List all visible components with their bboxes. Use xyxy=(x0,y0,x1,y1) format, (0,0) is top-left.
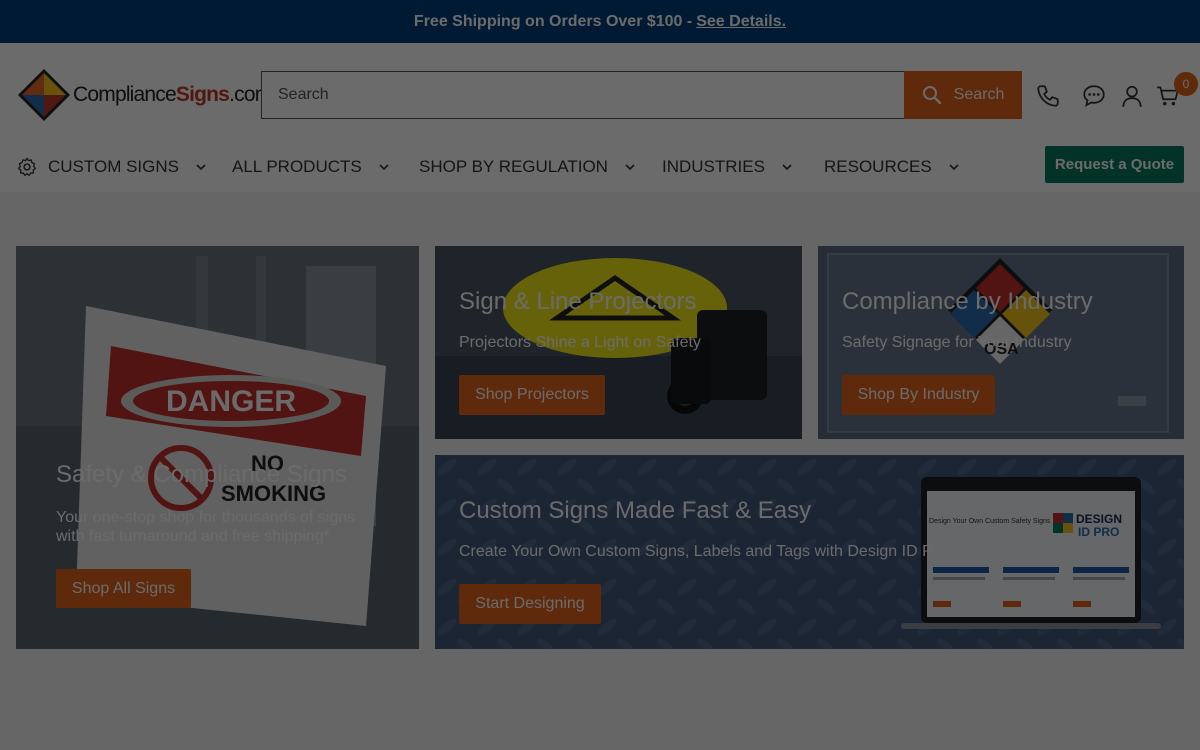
card-subtitle: with fast turnaround and free shipping* xyxy=(56,528,330,545)
card-title: Custom Signs Made Fast & Easy xyxy=(459,497,812,524)
search-bar: Search xyxy=(261,71,1022,119)
nav-label: RESOURCES xyxy=(824,157,932,176)
chat-icon[interactable] xyxy=(1080,82,1108,110)
svg-text:ID PRO: ID PRO xyxy=(1078,525,1119,539)
nav-resources[interactable]: RESOURCES xyxy=(824,152,960,182)
logo-diamond-icon xyxy=(18,69,70,121)
cart-count-badge: 0 xyxy=(1174,72,1198,96)
nav-label: CUSTOM SIGNS xyxy=(48,157,179,176)
svg-text:Design Your Own Custom Safety: Design Your Own Custom Safety Signs xyxy=(929,518,1051,525)
hero-section: DANGER NO SMOKING Safety & Compliance Si… xyxy=(0,192,1200,750)
svg-text:DANGER: DANGER xyxy=(166,385,296,418)
see-details-link[interactable]: See Details. xyxy=(696,13,786,31)
safety-signs-card[interactable]: DANGER NO SMOKING Safety & Compliance Si… xyxy=(16,246,419,649)
search-button[interactable]: Search xyxy=(904,71,1022,119)
search-icon xyxy=(922,86,941,105)
shop-projectors-button[interactable]: Shop Projectors xyxy=(459,375,605,415)
card-subtitle: Your one-stop shop for thousands of sign… xyxy=(56,509,356,526)
shipping-text: Free Shipping on Orders Over $100 - xyxy=(413,12,693,30)
industry-card[interactable]: OSA Compliance by Industry Safety Signag… xyxy=(818,246,1184,439)
card-subtitle: Create Your Own Custom Signs, Labels and… xyxy=(459,543,933,560)
nav-shop-by-regulation[interactable]: SHOP BY REGULATION xyxy=(419,152,636,182)
account-icon[interactable] xyxy=(1118,82,1146,110)
card-title: Safety & Compliance Signs xyxy=(56,461,347,488)
nav-label: INDUSTRIES xyxy=(662,157,765,176)
chevron-down-icon xyxy=(196,164,206,171)
site-header: ComplianceSigns.com Search 0 xyxy=(0,43,1200,148)
custom-signs-card[interactable]: Design Your Own Custom Safety Signs DESI… xyxy=(435,455,1184,649)
card-title: Compliance by Industry xyxy=(842,288,1093,315)
search-input[interactable] xyxy=(261,71,904,119)
shop-all-signs-button[interactable]: Shop All Signs xyxy=(56,569,191,608)
projectors-card[interactable]: Sign & Line Projectors Projectors Shine … xyxy=(435,246,802,439)
card-subtitle: Projectors Shine a Light on Safety xyxy=(459,334,701,351)
gear-icon xyxy=(17,157,37,177)
phone-icon[interactable] xyxy=(1034,82,1062,110)
main-nav: CUSTOM SIGNS ALL PRODUCTS SHOP BY REGULA… xyxy=(0,146,1200,192)
logo-wordmark: ComplianceSigns.com xyxy=(73,83,272,106)
shop-by-industry-button[interactable]: Shop By Industry xyxy=(842,375,995,415)
start-designing-button[interactable]: Start Designing xyxy=(459,584,601,624)
search-button-label: Search xyxy=(953,86,1005,103)
chevron-down-icon xyxy=(625,164,635,171)
chevron-down-icon xyxy=(782,164,792,171)
svg-text:DESIGN: DESIGN xyxy=(1076,512,1122,526)
site-logo[interactable]: ComplianceSigns.com xyxy=(16,67,272,123)
cart-icon[interactable]: 0 xyxy=(1154,72,1198,110)
nav-industries[interactable]: INDUSTRIES xyxy=(662,152,793,182)
chevron-down-icon xyxy=(379,164,389,171)
shipping-banner: Free Shipping on Orders Over $100 - See … xyxy=(0,0,1200,43)
nav-label: ALL PRODUCTS xyxy=(232,157,362,176)
nav-label: SHOP BY REGULATION xyxy=(419,157,608,176)
card-title: Sign & Line Projectors xyxy=(459,288,697,315)
nav-all-products[interactable]: ALL PRODUCTS xyxy=(232,152,390,182)
nav-custom-signs[interactable]: CUSTOM SIGNS xyxy=(16,152,207,182)
card-subtitle: Safety Signage for Your Industry xyxy=(842,334,1072,351)
request-quote-button[interactable]: Request a Quote xyxy=(1045,146,1184,183)
chevron-down-icon xyxy=(949,164,959,171)
